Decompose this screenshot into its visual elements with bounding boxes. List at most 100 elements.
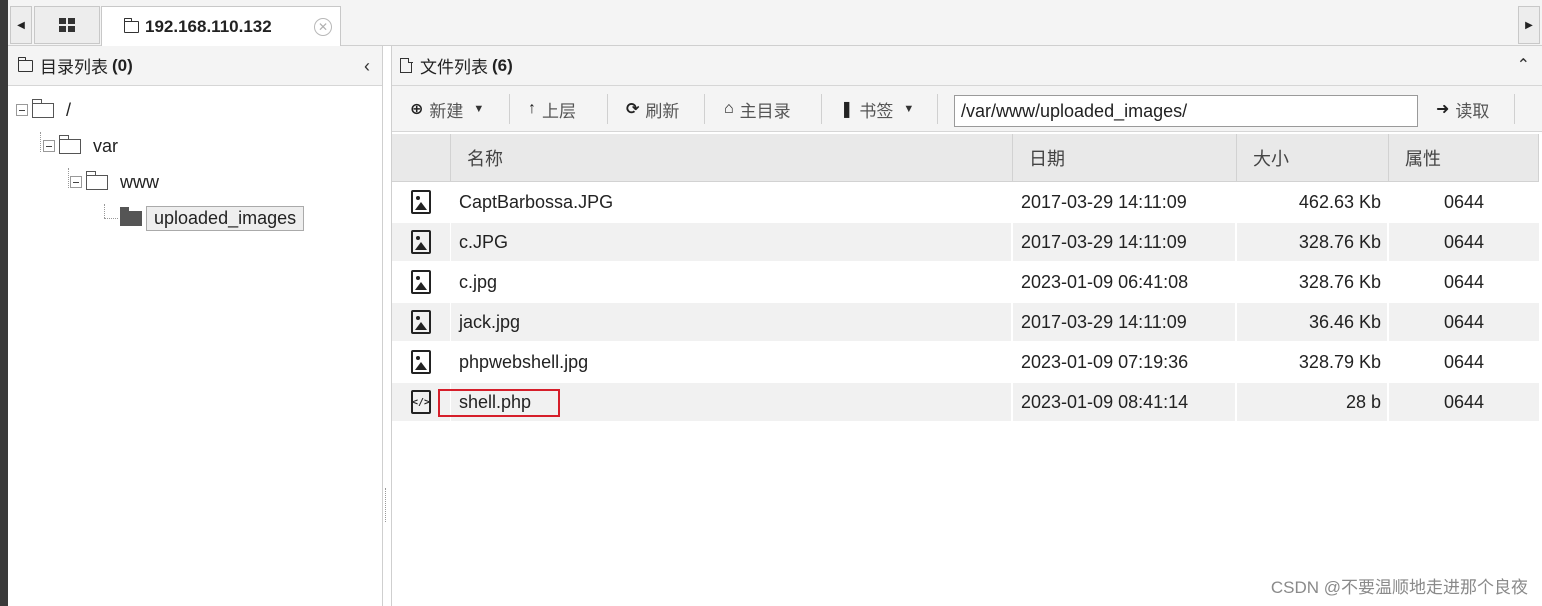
new-button[interactable]: ⊕ 新建 ▼ [410,94,484,124]
directory-count: (0) [112,55,133,75]
window-edge [0,0,8,606]
bookmark-label: 书签 [859,101,894,121]
directory-panel-title: 目录列表 [40,58,108,77]
image-file-icon [411,270,431,294]
bookmark-button[interactable]: ❚ 书签 ▼ [840,94,914,124]
tree-node-label: / [66,99,72,120]
refresh-icon: ⟳ [626,101,640,118]
folder-open-icon [120,206,142,226]
file-attr: 0644 [1389,303,1539,341]
file-date: 2023-01-09 06:41:08 [1013,263,1235,301]
tab-home[interactable] [34,6,100,44]
file-name[interactable]: CaptBarbossa.JPG [451,183,1011,221]
tab-bar: ◀ 192.168.110.132 ✕ ▶ [8,0,1542,46]
refresh-button[interactable]: ⟳ 刷新 [626,94,679,124]
folder-icon [17,56,33,72]
collapse-toggle-icon[interactable] [43,140,55,152]
directory-panel: 目录列表 (0) ‹ / var www uploaded_images [8,46,383,606]
table-row[interactable]: c.jpg 2023-01-09 06:41:08 328.76 Kb 0644 [392,263,1539,301]
collapse-toggle-icon[interactable] [16,104,28,116]
file-name[interactable]: jack.jpg [451,303,1011,341]
grid-icon [59,18,75,32]
arrow-up-icon: ↑ [528,100,536,117]
toolbar-separator [937,94,938,124]
toolbar-separator [607,94,608,124]
toolbar-separator [704,94,705,124]
file-size: 462.63 Kb [1237,183,1387,221]
file-date: 2017-03-29 14:11:09 [1013,183,1235,221]
collapse-left-icon[interactable]: ‹ [364,56,370,77]
home-icon: ⌂ [724,100,734,117]
tree-node-root[interactable]: / [16,96,71,124]
image-file-icon [411,350,431,374]
collapse-toggle-icon[interactable] [70,176,82,188]
file-name[interactable]: c.jpg [451,263,1011,301]
file-size: 328.76 Kb [1237,223,1387,261]
code-file-icon: </> [411,390,431,414]
image-file-icon [411,190,431,214]
toolbar-separator [1514,94,1515,124]
up-level-button[interactable]: ↑ 上层 [528,94,576,124]
file-attr: 0644 [1389,383,1539,421]
file-size: 28 b [1237,383,1387,421]
image-file-icon [411,230,431,254]
table-row[interactable]: c.JPG 2017-03-29 14:11:09 328.76 Kb 0644 [392,223,1539,261]
file-size: 328.79 Kb [1237,343,1387,381]
file-attr: 0644 [1389,183,1539,221]
file-toolbar: ⊕ 新建 ▼ ↑ 上层 ⟳ 刷新 ⌂ 主目录 ❚ 书签 ▼ ➜ 读取 [392,86,1542,132]
plus-circle-icon: ⊕ [410,101,424,118]
file-date: 2023-01-09 07:19:36 [1013,343,1235,381]
table-row[interactable]: </> shell.php 2023-01-09 08:41:14 28 b 0… [392,383,1539,421]
file-table-header: 名称 日期 大小 属性 [392,134,1542,182]
tree-node-uploaded-images[interactable]: uploaded_images [120,204,305,232]
file-icon [400,57,413,73]
directory-panel-header: 目录列表 (0) ‹ [8,46,382,86]
up-level-label: 上层 [542,101,576,121]
column-header-date[interactable]: 日期 [1013,134,1237,182]
path-input[interactable] [954,95,1418,127]
file-name[interactable]: shell.php [451,383,1011,421]
file-panel: 文件列表 (6) ⌃ ⊕ 新建 ▼ ↑ 上层 ⟳ 刷新 ⌂ 主目录 ❚ 书签 ▼ [391,46,1542,606]
new-button-label: 新建 [429,101,464,121]
tree-node-label: www [120,171,159,192]
file-attr: 0644 [1389,223,1539,261]
image-file-icon [411,310,431,334]
table-row[interactable]: jack.jpg 2017-03-29 14:11:09 36.46 Kb 06… [392,303,1539,341]
tab-scroll-right-button[interactable]: ▶ [1518,6,1540,44]
panel-splitter[interactable] [385,488,387,522]
caret-down-icon: ▼ [473,103,485,115]
refresh-label: 刷新 [645,101,680,121]
file-name[interactable]: phpwebshell.jpg [451,343,1011,381]
home-label: 主目录 [739,101,791,121]
tree-node-label: var [93,135,119,156]
tree-connector [68,168,69,188]
file-name[interactable]: c.JPG [451,223,1011,261]
column-header-size[interactable]: 大小 [1237,134,1389,182]
tree-node-label-selected: uploaded_images [146,205,305,231]
table-row[interactable]: phpwebshell.jpg 2023-01-09 07:19:36 328.… [392,343,1539,381]
folder-icon [31,98,54,118]
file-size: 328.76 Kb [1237,263,1387,301]
column-header-name[interactable]: 名称 [451,134,1013,182]
toolbar-separator [509,94,510,124]
file-panel-title: 文件列表 [420,58,488,77]
bookmark-icon: ❚ [840,101,854,118]
tab-server[interactable]: 192.168.110.132 ✕ [101,6,341,46]
file-size: 36.46 Kb [1237,303,1387,341]
close-icon[interactable]: ✕ [314,18,332,36]
file-attr: 0644 [1389,263,1539,301]
column-header-icon [392,134,451,182]
folder-icon [85,170,108,190]
file-panel-header: 文件列表 (6) ⌃ [392,46,1542,86]
column-header-attr[interactable]: 属性 [1389,134,1539,182]
home-button[interactable]: ⌂ 主目录 [724,94,791,124]
table-row[interactable]: CaptBarbossa.JPG 2017-03-29 14:11:09 462… [392,183,1539,221]
folder-icon [123,17,139,33]
tree-node-www[interactable]: www [70,168,159,196]
tree-connector [104,218,118,219]
read-button[interactable]: ➜ 读取 [1436,94,1489,124]
tab-scroll-left-button[interactable]: ◀ [10,6,32,44]
file-date: 2023-01-09 08:41:14 [1013,383,1235,421]
collapse-up-icon[interactable]: ⌃ [1517,55,1530,75]
tree-node-var[interactable]: var [43,132,118,160]
